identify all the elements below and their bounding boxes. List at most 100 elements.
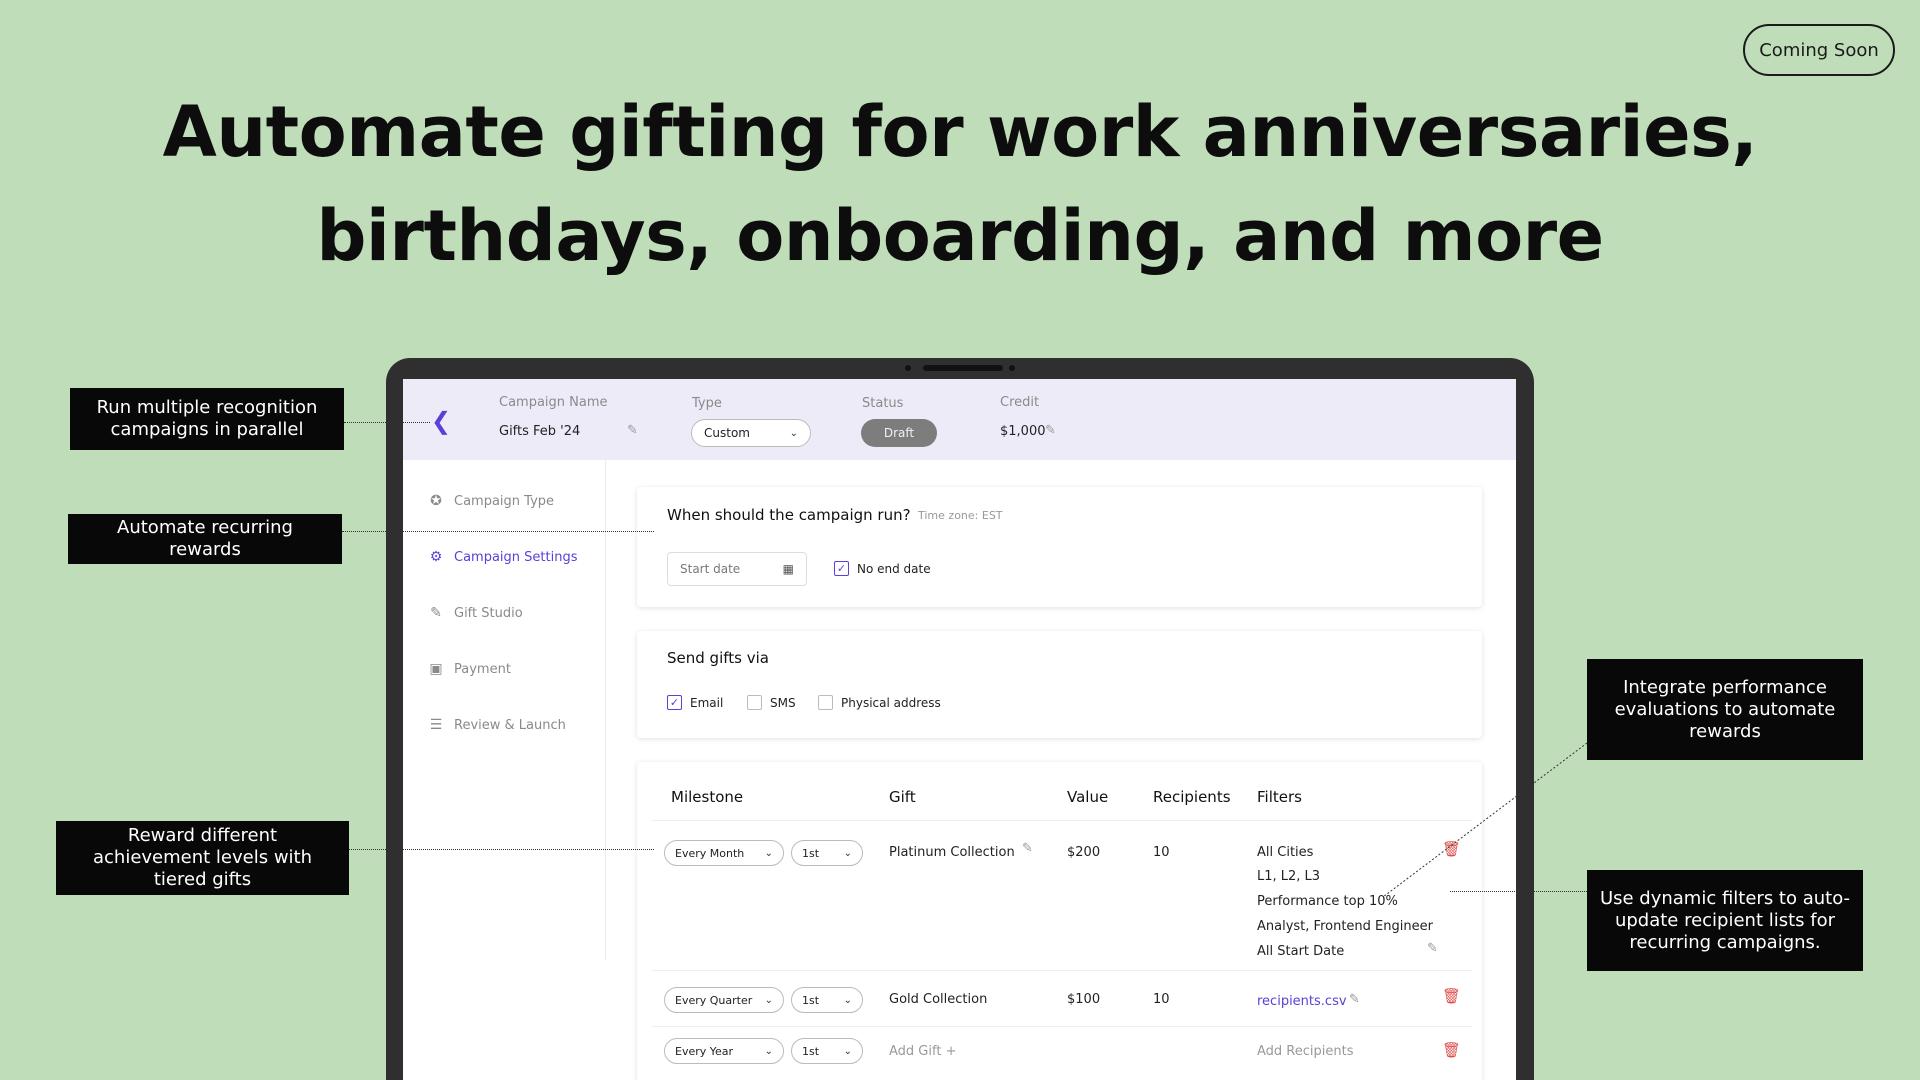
sidebar-item-gift-studio[interactable]: ✎ Gift Studio [428, 605, 523, 621]
gift-name[interactable]: Gold Collection [889, 992, 987, 1007]
ordinal-select[interactable]: 1st ⌄ [791, 987, 863, 1013]
send-via-card: Send gifts via ✓ Email SMS Physical addr… [637, 631, 1482, 738]
sidebar-item-campaign-type[interactable]: ✪ Campaign Type [428, 493, 554, 509]
camera-dot [905, 365, 911, 371]
physical-address-label: Physical address [841, 695, 941, 710]
filter-item: Analyst, Frontend Engineer [1257, 919, 1433, 934]
ordinal-value: 1st [802, 1044, 820, 1058]
add-gift-link[interactable]: Add Gift + [889, 1044, 956, 1059]
schedule-card: When should the campaign run? Time zone:… [637, 487, 1482, 607]
physical-address-checkbox[interactable]: Physical address [818, 695, 941, 710]
filter-item: All Start Date [1257, 944, 1345, 959]
chevron-down-icon: ⌄ [764, 847, 773, 859]
no-end-date-checkbox[interactable]: ✓ No end date [834, 561, 931, 576]
sidebar-item-label: Review & Launch [454, 717, 566, 733]
credit-value: $1,000 [1000, 424, 1046, 439]
camera-bar [923, 365, 1003, 371]
frequency-select[interactable]: Every Year ⌄ [664, 1038, 784, 1064]
email-checkbox[interactable]: ✓ Email [667, 695, 723, 710]
type-label: Type [692, 396, 722, 411]
frequency-value: Every Year [675, 1044, 734, 1058]
callout-dynamic-filters: Use dynamic filters to auto-update recip… [1587, 870, 1863, 971]
frequency-select[interactable]: Every Month ⌄ [664, 840, 784, 866]
callout-leader-line [1382, 742, 1588, 898]
ordinal-select[interactable]: 1st ⌄ [791, 1038, 863, 1064]
ordinal-select[interactable]: 1st ⌄ [791, 840, 863, 866]
sliders-icon: ⚙ [429, 549, 443, 565]
sidebar-item-label: Campaign Type [454, 493, 555, 509]
sidebar-item-review-launch[interactable]: ☰ Review & Launch [428, 717, 566, 733]
timezone-label: Time zone: EST [918, 509, 1003, 522]
recipients-file-link[interactable]: recipients.csv [1257, 994, 1347, 1009]
edit-recipients-pencil-icon[interactable]: ✎ [1349, 992, 1360, 1007]
callout-leader-line [342, 531, 654, 532]
status-badge: Draft [861, 419, 937, 447]
recipient-count: 10 [1153, 992, 1170, 1007]
trash-icon[interactable]: 🗑 [1442, 1041, 1461, 1059]
send-via-title: Send gifts via [667, 649, 769, 667]
callout-performance-evaluations: Integrate performance evaluations to aut… [1587, 659, 1863, 760]
frequency-select[interactable]: Every Quarter ⌄ [664, 987, 784, 1013]
camera-dot [1009, 365, 1015, 371]
filter-item: L1, L2, L3 [1257, 869, 1321, 884]
start-date-placeholder: Start date [680, 562, 741, 576]
ordinal-value: 1st [802, 846, 820, 860]
gift-value: $100 [1067, 992, 1101, 1007]
coming-soon-badge[interactable]: Coming Soon [1743, 24, 1895, 76]
campaign-name-label: Campaign Name [499, 395, 608, 410]
column-header-recipients: Recipients [1153, 788, 1231, 806]
start-date-input[interactable]: Start date ▦ [667, 552, 807, 586]
settings-sidebar: ✪ Campaign Type ⚙ Campaign Settings ✎ Gi… [403, 460, 606, 960]
chevron-down-icon: ⌄ [843, 1045, 852, 1057]
sms-label: SMS [770, 695, 796, 710]
filter-item: Performance top 10% [1257, 894, 1398, 909]
checkmark-icon: ✓ [667, 695, 682, 710]
campaign-name-value: Gifts Feb '24 [499, 424, 581, 439]
sidebar-item-campaign-settings[interactable]: ⚙ Campaign Settings [428, 549, 578, 565]
chevron-down-icon: ⌄ [764, 994, 773, 1006]
ordinal-value: 1st [802, 993, 820, 1007]
back-chevron-icon[interactable]: ❮ [431, 407, 451, 435]
header-divider [652, 820, 1472, 821]
column-header-milestone: Milestone [671, 788, 744, 806]
type-select[interactable]: Custom ⌄ [691, 419, 811, 447]
sms-checkbox[interactable]: SMS [747, 695, 796, 710]
chevron-down-icon: ⌄ [843, 994, 852, 1006]
callout-leader-line [349, 849, 654, 850]
trash-icon[interactable]: 🗑 [1442, 987, 1461, 1005]
headline: Automate gifting for work anniversaries,… [0, 80, 1920, 288]
edit-credit-pencil-icon[interactable]: ✎ [1045, 423, 1056, 438]
calendar-icon: ▦ [782, 562, 794, 576]
column-header-gift: Gift [889, 788, 916, 806]
filter-item: All Cities [1257, 845, 1314, 860]
chevron-down-icon: ⌄ [843, 847, 852, 859]
sidebar-item-payment[interactable]: ▣ Payment [428, 661, 511, 677]
no-end-date-label: No end date [857, 561, 931, 576]
chevron-down-icon: ⌄ [764, 1045, 773, 1057]
edit-filters-pencil-icon[interactable]: ✎ [1427, 941, 1438, 956]
gift-name[interactable]: Platinum Collection [889, 845, 1015, 860]
column-header-value: Value [1067, 788, 1109, 806]
frequency-value: Every Month [675, 846, 745, 860]
add-recipients-link[interactable]: Add Recipients [1257, 1044, 1353, 1059]
callout-tiered-gifts: Reward different achievement levels with… [56, 821, 349, 895]
status-label: Status [862, 396, 904, 411]
callout-leader-line [344, 422, 430, 423]
row-divider [652, 1026, 1472, 1027]
callout-parallel-campaigns: Run multiple recognition campaigns in pa… [70, 388, 344, 450]
edit-name-pencil-icon[interactable]: ✎ [627, 423, 638, 438]
chevron-down-icon: ⌄ [789, 427, 798, 439]
sidebar-item-label: Campaign Settings [454, 549, 578, 565]
column-header-filters: Filters [1257, 788, 1302, 806]
edit-gift-pencil-icon[interactable]: ✎ [1022, 841, 1033, 856]
gift-value: $200 [1067, 845, 1101, 860]
app-screen: ❮ Campaign Name Gifts Feb '24 ✎ Type Cus… [403, 379, 1516, 1080]
badge-icon: ✪ [430, 493, 442, 509]
headline-line-1: Automate gifting for work anniversaries, [162, 91, 1758, 173]
checklist-icon: ☰ [429, 717, 443, 733]
checkmark-icon: ✓ [834, 561, 849, 576]
gift-edit-icon: ✎ [430, 605, 442, 621]
sidebar-item-label: Gift Studio [454, 605, 523, 621]
callout-leader-line [1450, 891, 1587, 892]
email-label: Email [690, 695, 724, 710]
